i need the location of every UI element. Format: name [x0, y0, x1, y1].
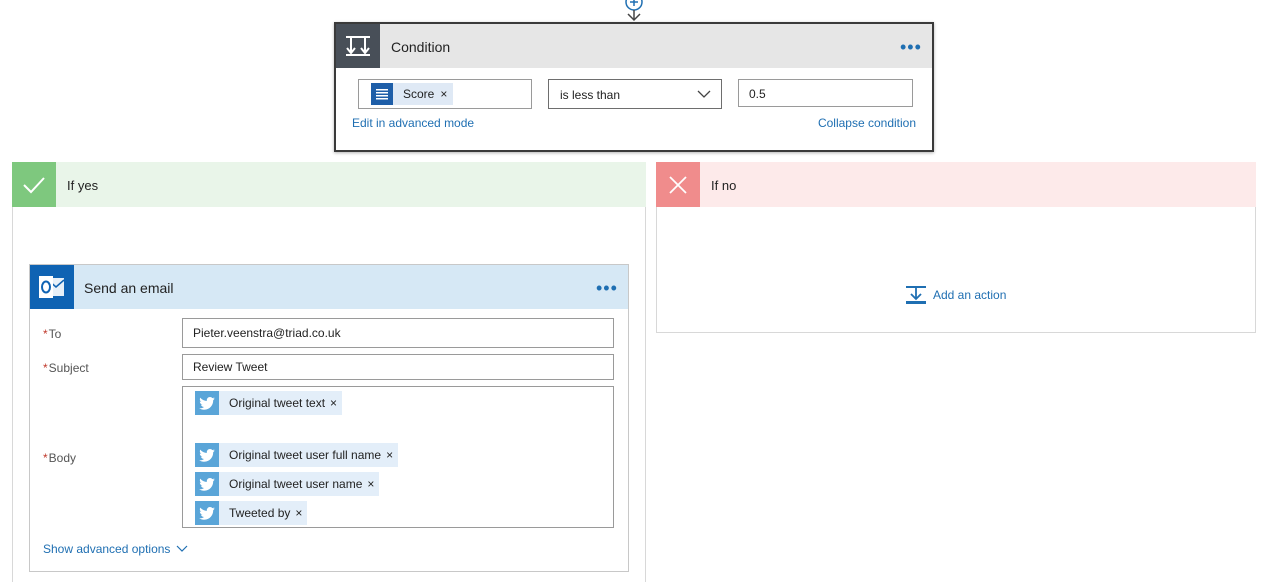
twitter-icon: [195, 443, 219, 467]
body-input[interactable]: Original tweet text × Original tweet use…: [182, 386, 614, 528]
send-email-more-button[interactable]: •••: [596, 279, 618, 297]
body-token-remove[interactable]: ×: [386, 448, 398, 462]
body-token-remove[interactable]: ×: [367, 477, 379, 491]
edit-advanced-mode-link[interactable]: Edit in advanced mode: [352, 116, 474, 130]
operator-value: is less than: [560, 88, 621, 102]
score-token-label: Score: [403, 87, 435, 101]
body-token-remove[interactable]: ×: [295, 506, 307, 520]
show-advanced-options-link[interactable]: Show advanced options: [43, 542, 188, 556]
condition-icon: [336, 24, 380, 68]
body-token-label: Original tweet user name: [229, 477, 363, 491]
condition-more-button[interactable]: •••: [900, 38, 922, 56]
collapse-condition-link[interactable]: Collapse condition: [818, 116, 916, 130]
twitter-icon: [195, 472, 219, 496]
outlook-icon: [30, 265, 74, 309]
chevron-down-icon: [177, 545, 188, 552]
body-token: Original tweet user name ×: [195, 472, 380, 496]
send-email-header[interactable]: Send an email •••: [30, 265, 628, 309]
condition-title: Condition: [391, 39, 451, 55]
send-email-card: Send an email ••• *To Pieter.veenstra@tr…: [29, 264, 629, 572]
body-token: Tweeted by ×: [195, 501, 308, 525]
score-token-remove[interactable]: ×: [440, 87, 453, 101]
twitter-icon: [195, 501, 219, 525]
required-mark: *: [43, 451, 48, 465]
insert-step-connector[interactable]: [623, 0, 645, 22]
body-token: Original tweet text ×: [195, 391, 343, 415]
subject-label: *Subject: [43, 361, 89, 375]
if-yes-title: If yes: [67, 178, 99, 193]
if-no-header[interactable]: [656, 162, 1256, 207]
twitter-icon: [195, 391, 219, 415]
dynamic-content-icon: [371, 83, 393, 105]
condition-left-operand[interactable]: Score ×: [358, 79, 532, 109]
add-an-action-label: Add an action: [933, 288, 1007, 302]
plus-circle-icon[interactable]: [623, 0, 645, 22]
send-email-title: Send an email: [84, 280, 174, 296]
chevron-down-icon: [697, 90, 711, 98]
required-mark: *: [43, 327, 48, 341]
cross-icon: [656, 162, 700, 207]
subject-input[interactable]: Review Tweet: [182, 354, 614, 380]
if-no-title: If no: [711, 178, 737, 193]
check-icon: [12, 162, 56, 207]
body-token: Original tweet user full name ×: [195, 443, 399, 467]
body-token-label: Original tweet user full name: [229, 448, 382, 462]
show-advanced-options-label: Show advanced options: [43, 542, 171, 556]
condition-header[interactable]: Condition •••: [336, 24, 932, 68]
to-label: *To: [43, 327, 61, 341]
add-an-action-button[interactable]: Add an action: [905, 285, 1006, 305]
body-label: *Body: [43, 451, 76, 465]
body-label-text: Body: [48, 451, 77, 465]
to-label-text: To: [48, 327, 62, 341]
condition-value-input[interactable]: 0.5: [738, 79, 913, 107]
required-mark: *: [43, 361, 48, 375]
condition-value-text: 0.5: [749, 87, 766, 101]
operator-select[interactable]: is less than: [548, 79, 722, 109]
subject-label-text: Subject: [48, 361, 89, 375]
add-action-icon: [906, 286, 926, 304]
score-token: Score ×: [371, 83, 454, 105]
if-yes-header[interactable]: [12, 162, 646, 207]
body-token-remove[interactable]: ×: [330, 396, 342, 410]
body-token-label: Original tweet text: [229, 396, 326, 410]
condition-card: Condition ••• Score × is less than 0.5 E…: [334, 22, 934, 152]
to-input[interactable]: Pieter.veenstra@triad.co.uk: [182, 318, 614, 348]
body-token-label: Tweeted by: [229, 506, 291, 520]
